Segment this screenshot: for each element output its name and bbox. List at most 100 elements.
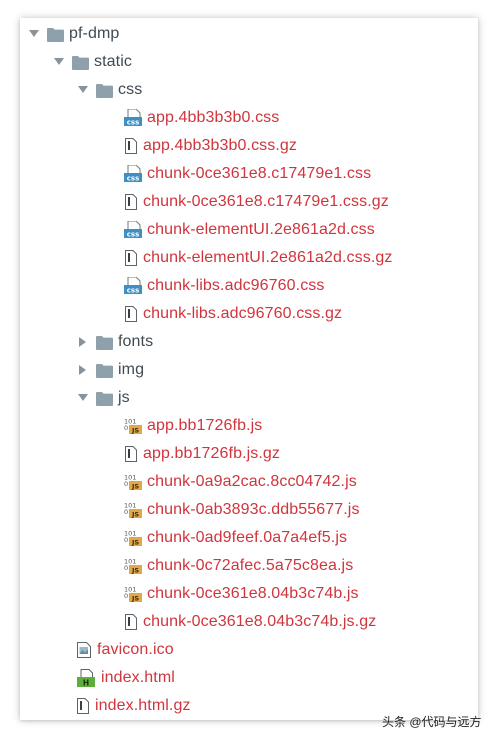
svg-text:0: 0 — [124, 592, 128, 600]
js-file-icon: 101 0 JS — [124, 473, 142, 491]
svg-text:css: css — [127, 175, 139, 183]
tree-folder-js[interactable]: js — [77, 384, 130, 412]
file-label: chunk-0c72afec.5a75c8ea.js — [147, 557, 354, 574]
js-file-icon: 101 0 JS — [124, 557, 142, 575]
tree-file[interactable]: css chunk-0ce361e8.c17479e1.css — [124, 160, 371, 188]
text-file-icon — [124, 613, 138, 631]
text-file-icon — [124, 137, 138, 155]
file-label: chunk-0ce361e8.04b3c74b.js — [147, 585, 359, 602]
tree-file[interactable]: app.bb1726fb.js.gz — [124, 440, 280, 468]
svg-text:css: css — [127, 287, 139, 295]
js-file-icon: 101 0 JS — [124, 501, 142, 519]
tree-file[interactable]: css app.4bb3b3b0.css — [124, 104, 279, 132]
expand-arrow-icon[interactable] — [28, 28, 40, 40]
collapsed-arrow-icon[interactable] — [77, 364, 89, 376]
text-file-icon — [124, 305, 138, 323]
image-file-icon — [76, 641, 92, 659]
folder-icon — [71, 53, 89, 71]
svg-text:0: 0 — [124, 564, 128, 572]
svg-text:H: H — [83, 678, 89, 687]
expand-arrow-icon[interactable] — [77, 392, 89, 404]
tree-file[interactable]: 101 0 JS chunk-0ab3893c.ddb55677.js — [124, 496, 360, 524]
expand-arrow-icon[interactable] — [77, 84, 89, 96]
css-file-icon: css — [124, 165, 142, 183]
file-label: app.4bb3b3b0.css — [147, 109, 280, 126]
folder-icon — [46, 25, 64, 43]
folder-icon — [95, 361, 113, 379]
collapsed-arrow-icon[interactable] — [77, 336, 89, 348]
folder-label: fonts — [118, 333, 154, 350]
svg-text:0: 0 — [124, 508, 128, 516]
tree-file[interactable]: chunk-0ce361e8.c17479e1.css.gz — [124, 188, 389, 216]
svg-text:JS: JS — [131, 594, 139, 602]
folder-icon — [95, 333, 113, 351]
tree-file[interactable]: chunk-elementUI.2e861a2d.css.gz — [124, 244, 392, 272]
folder-label: static — [94, 53, 132, 70]
tree-folder-static[interactable]: static — [53, 48, 132, 76]
tree-file[interactable]: 101 0 JS chunk-0a9a2cac.8cc04742.js — [124, 468, 357, 496]
file-label: index.html — [101, 669, 175, 686]
text-file-icon — [124, 193, 138, 211]
tree-file[interactable]: chunk-libs.adc96760.css.gz — [124, 300, 342, 328]
svg-text:0: 0 — [124, 424, 128, 432]
watermark-text: 头条 @代码与远方 — [382, 715, 482, 729]
file-label: chunk-elementUI.2e861a2d.css.gz — [143, 249, 393, 266]
file-label: index.html.gz — [95, 697, 191, 714]
css-file-icon: css — [124, 221, 142, 239]
tree-file-index-html-gz[interactable]: index.html.gz — [76, 692, 191, 720]
html-file-icon: H — [76, 669, 96, 687]
file-label: app.4bb3b3b0.css.gz — [143, 137, 298, 154]
tree-file[interactable]: css chunk-libs.adc96760.css — [124, 272, 325, 300]
text-file-icon — [124, 445, 138, 463]
folder-label: js — [118, 389, 130, 406]
file-label: chunk-elementUI.2e861a2d.css — [147, 221, 375, 238]
tree-file[interactable]: 101 0 JS chunk-0ce361e8.04b3c74b.js — [124, 580, 359, 608]
css-file-icon: css — [124, 277, 142, 295]
svg-text:0: 0 — [124, 480, 128, 488]
file-label: chunk-0a9a2cac.8cc04742.js — [147, 473, 357, 490]
svg-text:JS: JS — [131, 538, 139, 546]
folder-label: css — [118, 81, 143, 98]
svg-text:JS: JS — [131, 566, 139, 574]
css-file-icon: css — [124, 109, 142, 127]
tree-folder-img[interactable]: img — [77, 356, 144, 384]
folder-icon — [95, 389, 113, 407]
text-file-icon — [76, 697, 90, 715]
tree-file[interactable]: 101 0 JS chunk-0c72afec.5a75c8ea.js — [124, 552, 353, 580]
folder-icon — [95, 81, 113, 99]
tree-folder-css[interactable]: css — [77, 76, 142, 104]
tree-folder-pf-dmp[interactable]: pf-dmp — [28, 20, 119, 48]
tree-folder-fonts[interactable]: fonts — [77, 328, 153, 356]
project-tree-panel: pf-dmp static css css app.4bb3b3b0.css a… — [20, 18, 478, 720]
svg-text:JS: JS — [131, 510, 139, 518]
svg-text:css: css — [127, 231, 139, 239]
file-label: chunk-libs.adc96760.css.gz — [143, 305, 343, 322]
file-label: favicon.ico — [97, 641, 174, 658]
folder-label: pf-dmp — [69, 25, 120, 42]
file-label: app.bb1726fb.js — [147, 417, 263, 434]
folder-label: img — [118, 361, 145, 378]
js-file-icon: 101 0 JS — [124, 417, 142, 435]
tree-file[interactable]: chunk-0ce361e8.04b3c74b.js.gz — [124, 608, 376, 636]
tree-file[interactable]: 101 0 JS chunk-0ad9feef.0a7a4ef5.js — [124, 524, 347, 552]
file-label: chunk-0ce361e8.c17479e1.css — [147, 165, 372, 182]
svg-text:0: 0 — [124, 536, 128, 544]
file-label: chunk-libs.adc96760.css — [147, 277, 325, 294]
svg-text:JS: JS — [131, 482, 139, 490]
file-label: chunk-0ce361e8.c17479e1.css.gz — [143, 193, 389, 210]
file-label: chunk-0ad9feef.0a7a4ef5.js — [147, 529, 348, 546]
tree-file-index-html[interactable]: H index.html — [76, 664, 175, 692]
tree-file[interactable]: app.4bb3b3b0.css.gz — [124, 132, 297, 160]
svg-text:css: css — [127, 119, 139, 127]
svg-text:JS: JS — [131, 426, 139, 434]
file-label: app.bb1726fb.js.gz — [143, 445, 281, 462]
js-file-icon: 101 0 JS — [124, 529, 142, 547]
text-file-icon — [124, 249, 138, 267]
tree-file[interactable]: 101 0 JS app.bb1726fb.js — [124, 412, 262, 440]
file-label: chunk-0ab3893c.ddb55677.js — [147, 501, 360, 518]
tree-file[interactable]: css chunk-elementUI.2e861a2d.css — [124, 216, 375, 244]
file-label: chunk-0ce361e8.04b3c74b.js.gz — [143, 613, 377, 630]
tree-file-favicon[interactable]: favicon.ico — [76, 636, 174, 664]
expand-arrow-icon[interactable] — [53, 56, 65, 68]
js-file-icon: 101 0 JS — [124, 585, 142, 603]
